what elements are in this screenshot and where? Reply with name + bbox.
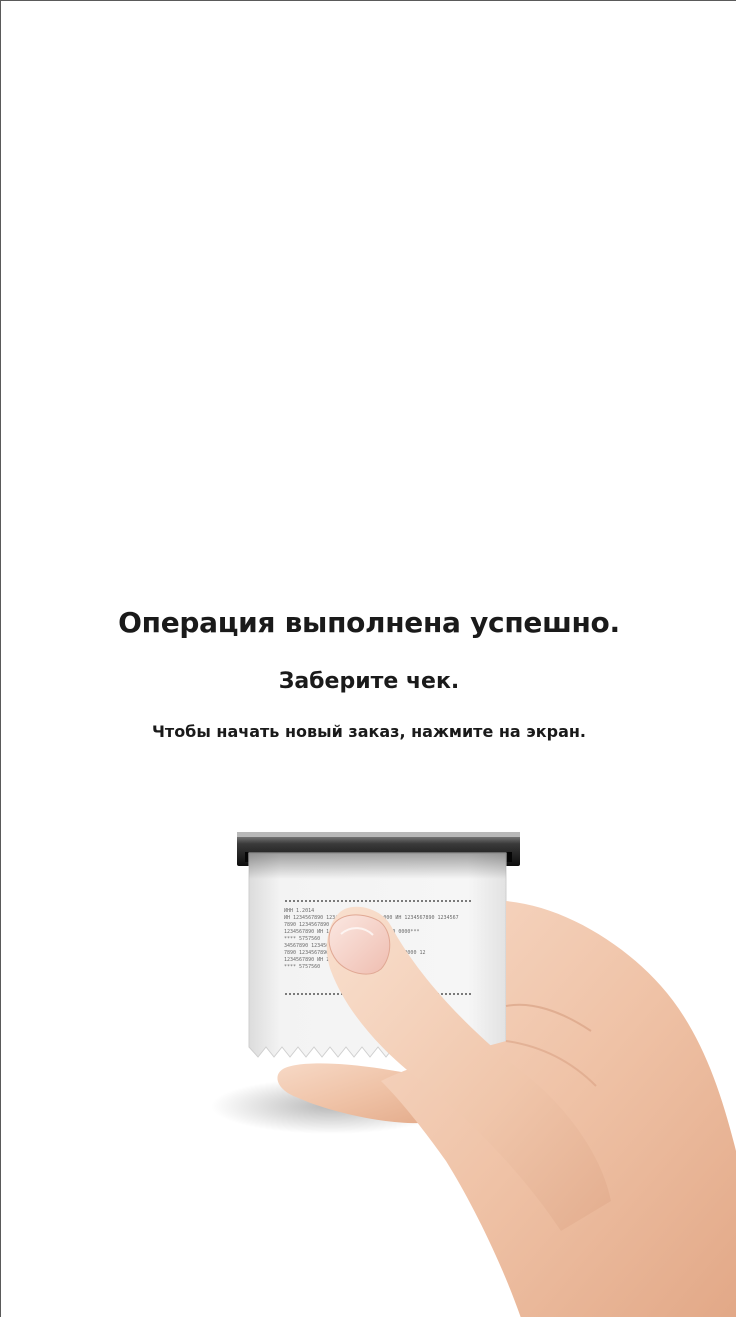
hand-taking-receipt-icon: ИНН 1.2014ИН 1234567890 12345670 0000 00… xyxy=(211,832,736,1317)
receipt-line: **** 5757560 xyxy=(284,964,320,970)
receipt-line: 7890 1234567890 xyxy=(284,922,329,928)
touch-screen[interactable]: Операция выполнена успешно. Заберите чек… xyxy=(0,0,736,1317)
receipt-line: ИНН 1.2014 xyxy=(284,908,314,914)
take-receipt-text: Заберите чек. xyxy=(278,669,460,694)
receipt-line: **** 5757560 xyxy=(284,936,320,942)
new-order-hint: Чтобы начать новый заказ, нажмите на экр… xyxy=(151,722,587,741)
success-title: Операция выполнена успешно. xyxy=(118,606,620,639)
